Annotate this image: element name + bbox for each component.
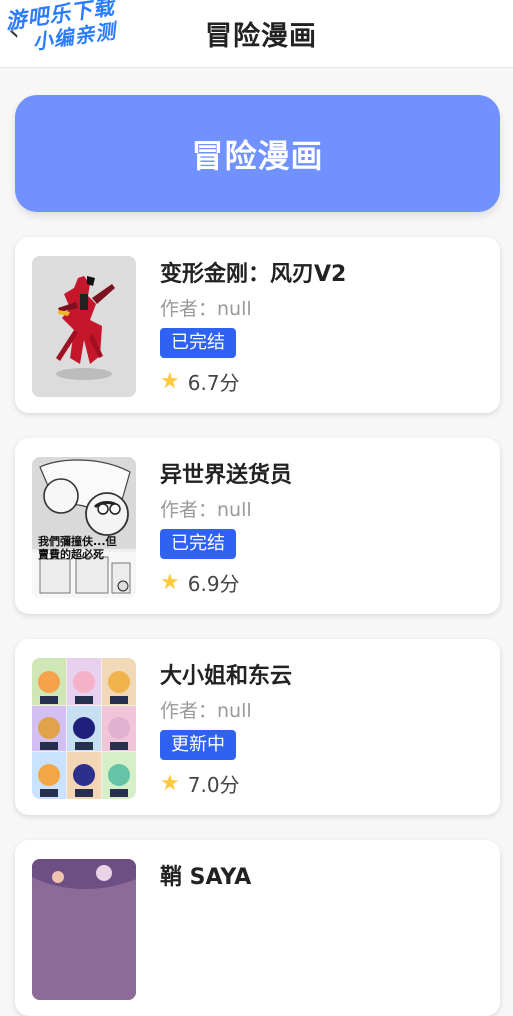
comic-title-2[interactable]: 异世界送货员 [160,457,292,489]
page-title: 冒险漫画 [205,21,317,52]
star-icon: ★ [160,771,180,796]
star-icon: ★ [160,369,180,394]
comic-author-1: 作者：null [160,298,252,320]
partial-cover-icon [32,859,136,1000]
status-badge-3: 更新中 [160,730,236,760]
transformer-figure-icon [32,256,136,397]
comic-card-4[interactable]: 鞘 SAYA [15,840,500,1016]
comic-title-4[interactable]: 鞘 SAYA [160,859,251,891]
rating-3: ★ 7.0分 [160,769,240,798]
watermark-line-2: 小编亲测 [31,18,118,55]
status-badge-2: 已完结 [160,529,236,559]
rating-1: ★ 6.7分 [160,367,240,396]
star-icon: ★ [160,570,180,595]
banner-title: 冒险漫画 [191,136,324,175]
comic-cover-1[interactable] [32,256,136,397]
comic-author-3: 作者：null [160,700,252,722]
cover-caption-2: 我們彌撞伕...但賣費的超必死 [38,535,117,561]
back-icon[interactable]: ‹ [8,16,34,46]
status-badge-1: 已完结 [160,328,236,358]
comic-card-3[interactable]: 大小姐和东云 作者：null 更新中 ★ 7.0分 [15,639,500,815]
top-app-bar: ‹ 游吧乐下载 小编亲测 冒险漫画 [0,0,513,68]
rating-2: ★ 6.9分 [160,568,240,597]
manga-panel-icon [32,457,136,598]
comic-card-1[interactable]: 变形金刚：风刃V2 作者：null 已完结 ★ 6.7分 [15,237,500,413]
rating-value-2: 6.9分 [187,572,240,596]
category-banner: 冒险漫画 [15,95,500,212]
rating-value-3: 7.0分 [187,773,240,797]
comic-card-2[interactable]: 我們彌撞伕...但賣費的超必死 异世界送货员 作者：null 已完结 ★ 6.9… [15,438,500,614]
manga-grid-icon [32,658,136,799]
comic-cover-2[interactable]: 我們彌撞伕...但賣費的超必死 [32,457,136,598]
comic-author-2: 作者：null [160,499,252,521]
rating-value-1: 6.7分 [187,371,240,395]
comic-cover-3[interactable] [32,658,136,799]
comic-title-3[interactable]: 大小姐和东云 [160,658,292,690]
comic-cover-4[interactable] [32,859,136,1000]
comic-title-1[interactable]: 变形金刚：风刃V2 [160,256,346,288]
